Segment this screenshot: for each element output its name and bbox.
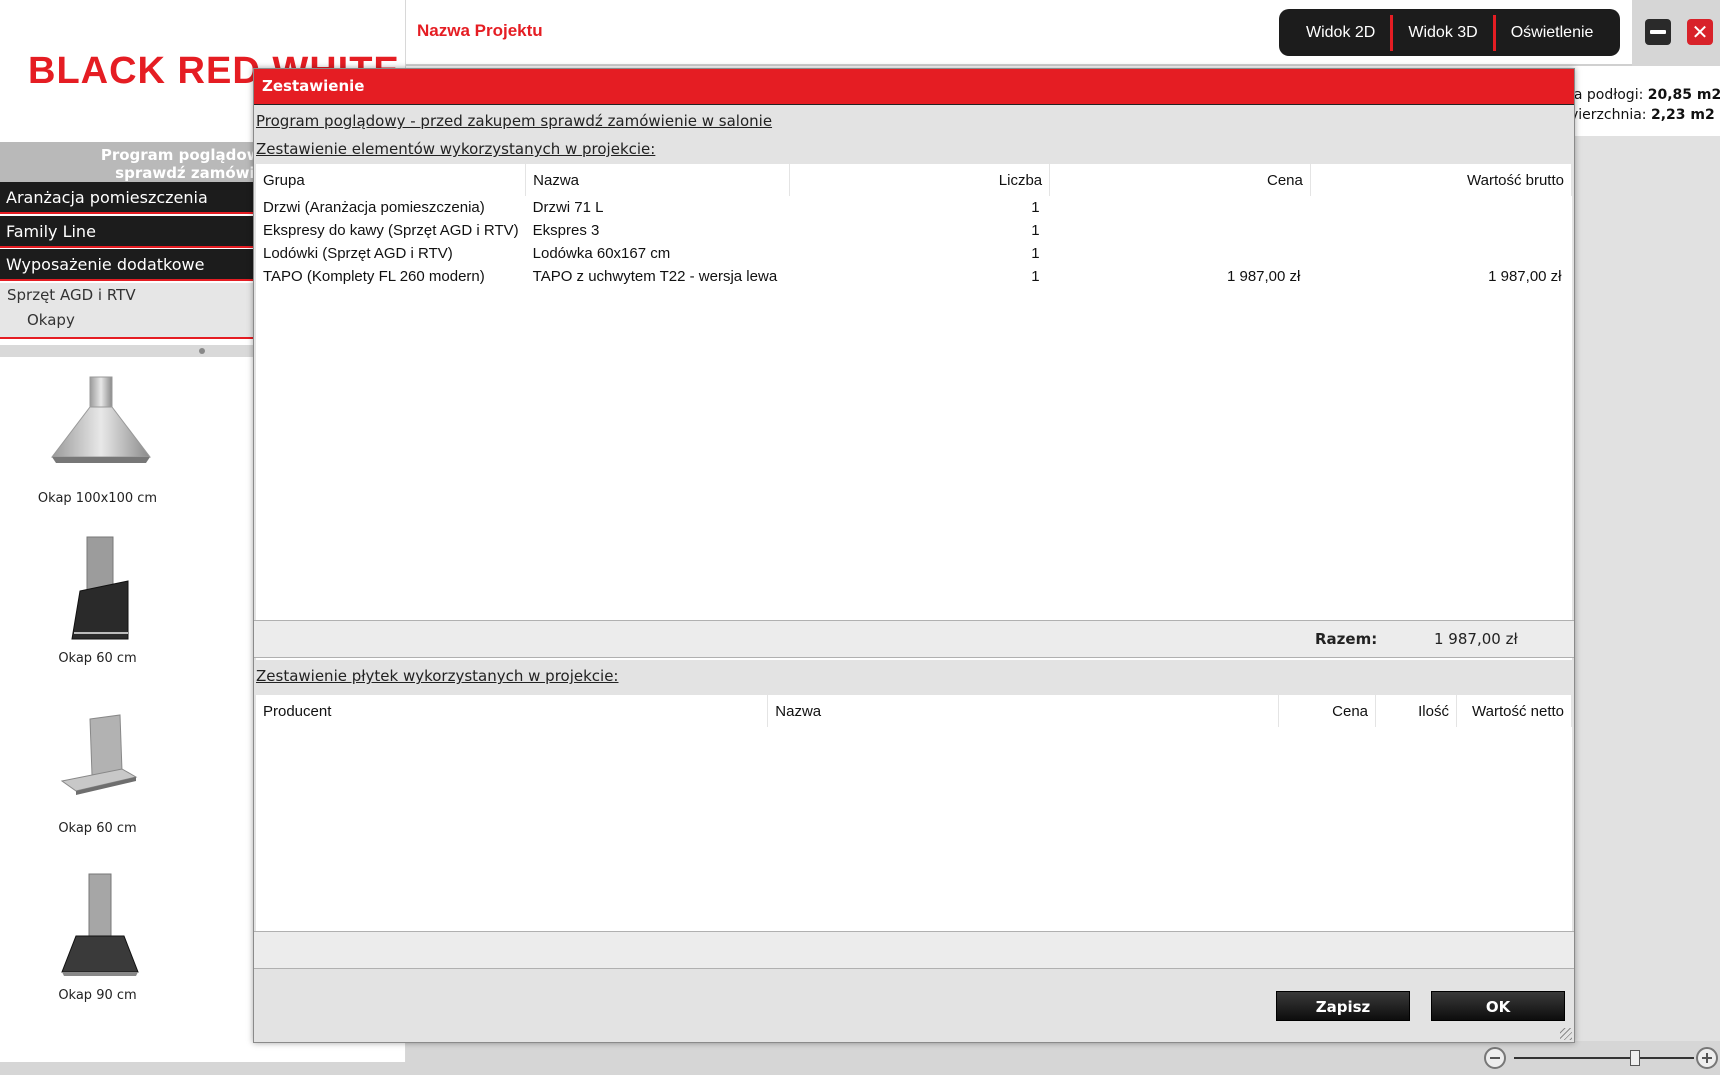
cell-liczba: 1 (1031, 245, 1040, 262)
zoom-out-icon[interactable] (1484, 1047, 1506, 1069)
zoom-bar (406, 1041, 1720, 1075)
column-header-wartosc-netto[interactable]: Wartość netto (1456, 695, 1572, 727)
subcategory-title[interactable]: Sprzęt AGD i RTV (7, 286, 136, 304)
cell-nazwa: Ekspres 3 (532, 222, 600, 239)
sidebar-bottom-scroll[interactable] (0, 1062, 406, 1075)
close-icon[interactable]: ✕ (1687, 19, 1713, 45)
box-hood-icon (10, 705, 185, 815)
subcategory-block: Sprzęt AGD i RTV Okapy (0, 283, 260, 339)
cell-grupa: Ekspresy do kawy (Sprzęt AGD i RTV) (263, 222, 519, 239)
cell-grupa: Lodówki (Sprzęt AGD i RTV) (263, 245, 453, 262)
ok-button[interactable]: OK (1431, 991, 1565, 1021)
surface-area-row: vierzchnia: 2,23 m2 (1570, 105, 1720, 125)
cell-wartosc (1310, 242, 1571, 265)
view-3d-button[interactable]: Widok 3D (1393, 15, 1492, 51)
view-switcher: Widok 2D Widok 3D Oświetlenie (1279, 9, 1621, 56)
dialog-header[interactable]: Zestawienie (254, 69, 1574, 105)
cell-liczba: 1 (1031, 268, 1040, 285)
cell-nazwa: TAPO z uchwytem T22 - wersja lewa (532, 268, 778, 285)
cell-cena (1050, 242, 1311, 265)
category-aranzacja[interactable]: Aranżacja pomieszczenia (0, 182, 260, 214)
right-panel (1572, 136, 1720, 1041)
lighting-button[interactable]: Oświetlenie (1496, 15, 1609, 51)
total-value: 1 987,00 zł (1434, 630, 1518, 648)
elements-table: Grupa Nazwa Liczba Cena Wartość brutto D… (256, 164, 1572, 660)
category-wyposazenie[interactable]: Wyposażenie dodatkowe (0, 249, 260, 281)
cell-cena: 1 987,00 zł (1226, 268, 1301, 285)
subcategory-item-okapy[interactable]: Okapy (27, 311, 75, 329)
summary-dialog: Zestawienie Program poglądowy - przed za… (253, 68, 1575, 1043)
chimney-hood-icon (10, 375, 185, 485)
tiles-heading[interactable]: Zestawienie płytek wykorzystanych w proj… (256, 667, 619, 685)
preview-notice-link[interactable]: Program poglądowy - przed zakupem sprawd… (256, 112, 772, 130)
product-label: Okap 90 cm (58, 988, 137, 1003)
cell-cena (1050, 219, 1311, 242)
floor-area-row: ia podłogi: 20,85 m2 (1570, 85, 1720, 105)
total-bar: Razem: 1 987,00 zł (254, 620, 1574, 658)
project-name[interactable]: Nazwa Projektu (417, 21, 543, 41)
column-header-ilosc[interactable]: Ilość (1375, 695, 1457, 727)
cell-liczba: 1 (1031, 199, 1040, 216)
table-row[interactable]: Lodówki (Sprzęt AGD i RTV) Lodówka 60x16… (256, 242, 1572, 265)
dialog-title: Zestawienie (262, 77, 365, 95)
table-row[interactable]: TAPO (Komplety FL 260 modern) TAPO z uch… (256, 265, 1572, 288)
cell-nazwa: Lodówka 60x167 cm (532, 245, 671, 262)
sidebar-divider[interactable] (0, 345, 260, 357)
cell-wartosc (1310, 219, 1571, 242)
category-family-line[interactable]: Family Line (0, 216, 260, 248)
product-okap-100x100[interactable]: Okap 100x100 cm (10, 375, 185, 506)
cell-cena (1050, 196, 1311, 219)
product-label: Okap 100x100 cm (37, 491, 158, 506)
window-controls: ✕ (1632, 0, 1720, 66)
save-button[interactable]: Zapisz (1276, 991, 1410, 1021)
top-bar: Nazwa Projektu Widok 2D Widok 3D Oświetl… (406, 0, 1720, 66)
product-okap-90[interactable]: Okap 90 cm (10, 872, 185, 1003)
product-okap-60-box[interactable]: Okap 60 cm (10, 705, 185, 836)
column-header-nazwa[interactable]: Nazwa (767, 695, 1280, 727)
product-label: Okap 60 cm (58, 651, 137, 666)
cell-wartosc: 1 987,00 zł (1488, 268, 1562, 285)
tiles-total-bar (254, 931, 1574, 969)
column-header-producent[interactable]: Producent (256, 695, 769, 727)
cell-nazwa: Drzwi 71 L (532, 199, 604, 216)
zoom-slider-handle[interactable] (1629, 1050, 1640, 1066)
zoom-in-icon[interactable] (1696, 1047, 1718, 1069)
tiles-table: Producent Nazwa Cena Ilość Wartość netto (256, 695, 1572, 931)
surface-area-value: 2,23 m2 (1650, 107, 1715, 123)
minimize-icon[interactable] (1645, 19, 1671, 45)
floor-area-value: 20,85 m2 (1647, 87, 1720, 103)
divider-handle-icon (199, 348, 205, 354)
surface-area-label: vierzchnia: (1570, 107, 1647, 123)
glass-hood-icon (10, 535, 185, 645)
cell-grupa: Drzwi (Aranżacja pomieszczenia) (263, 199, 485, 216)
column-header-liczba[interactable]: Liczba (789, 164, 1051, 196)
view-2d-button[interactable]: Widok 2D (1291, 15, 1390, 51)
resize-grip-icon[interactable] (1560, 1028, 1572, 1040)
table-row[interactable]: Ekspresy do kawy (Sprzęt AGD i RTV) Eksp… (256, 219, 1572, 242)
cell-wartosc (1310, 196, 1571, 219)
cell-liczba: 1 (1031, 222, 1040, 239)
product-label: Okap 60 cm (58, 821, 137, 836)
cell-grupa: TAPO (Komplety FL 260 modern) (263, 268, 485, 285)
elements-header-row: Grupa Nazwa Liczba Cena Wartość brutto (256, 164, 1572, 196)
product-okap-60-glass[interactable]: Okap 60 cm (10, 535, 185, 666)
column-header-cena[interactable]: Cena (1278, 695, 1376, 727)
elements-heading[interactable]: Zestawienie elementów wykorzystanych w p… (256, 140, 655, 158)
chimney-hood-icon (10, 872, 185, 982)
column-header-nazwa[interactable]: Nazwa (525, 164, 791, 196)
column-header-grupa[interactable]: Grupa (256, 164, 527, 196)
column-header-wartosc-brutto[interactable]: Wartość brutto (1310, 164, 1572, 196)
column-header-cena[interactable]: Cena (1049, 164, 1311, 196)
tiles-header-row: Producent Nazwa Cena Ilość Wartość netto (256, 695, 1572, 727)
room-info: ia podłogi: 20,85 m2 vierzchnia: 2,23 m2 (1570, 85, 1720, 125)
zoom-slider[interactable] (1514, 1050, 1694, 1066)
table-row[interactable]: Drzwi (Aranżacja pomieszczenia) Drzwi 71… (256, 196, 1572, 219)
total-label: Razem: (1315, 630, 1378, 648)
floor-area-label: ia podłogi: (1570, 87, 1644, 103)
